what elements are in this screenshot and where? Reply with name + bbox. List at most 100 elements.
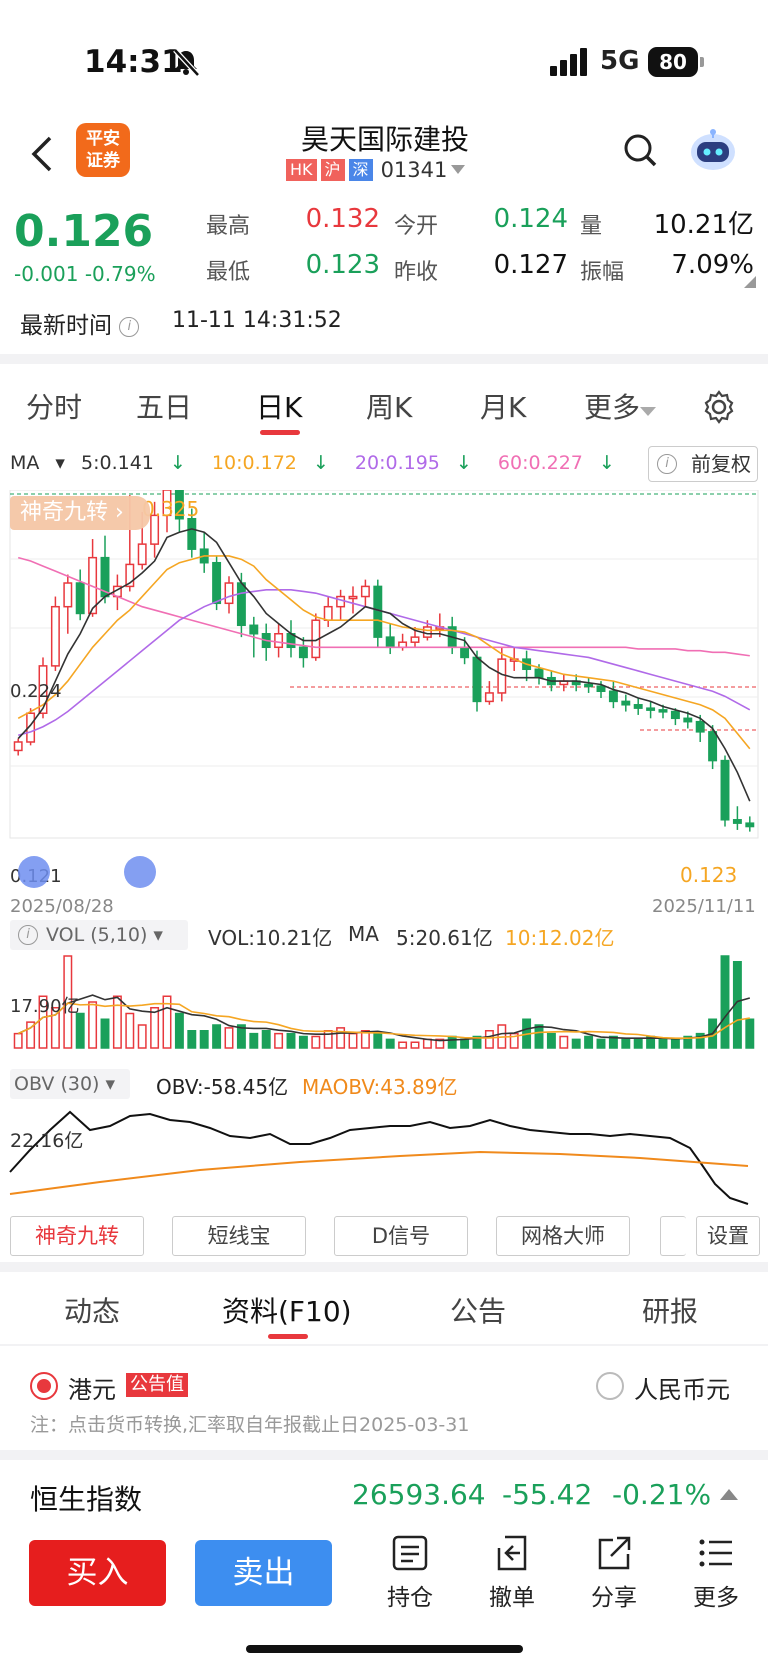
candle-body [484, 692, 494, 703]
holdings-button[interactable]: 持仓 [380, 1534, 440, 1612]
cancel-order-button[interactable]: 撤单 [482, 1534, 542, 1612]
search-icon[interactable] [622, 132, 658, 168]
back-arrow-icon[interactable] [28, 134, 58, 174]
tab-intraday[interactable]: 分时 [26, 386, 82, 426]
volume-bar [174, 1012, 184, 1049]
magic-nine-badge[interactable]: 神奇九转 › [10, 496, 150, 530]
volume-bar [385, 1038, 395, 1049]
candle-body [63, 582, 73, 608]
open-label: 今开 [394, 214, 439, 239]
radio-rmb[interactable] [596, 1372, 624, 1400]
volume-bar [460, 1038, 470, 1049]
candle-body [236, 582, 246, 627]
maobv-line [9, 1150, 749, 1195]
ma10-value: 10:0.172 ↓ [211, 452, 329, 474]
volume-bar [125, 1012, 135, 1049]
candle-body [373, 585, 383, 638]
ma60-value: 60:0.227 ↓ [497, 452, 615, 474]
obv-indicator-selector[interactable]: OBV (30) ▾ [10, 1069, 130, 1099]
kline-tabs: 分时 五日 日K 周K 月K 更多 [0, 368, 768, 438]
tool-d-signal[interactable]: D信号 [334, 1216, 468, 1256]
caret-down-icon[interactable] [451, 165, 466, 175]
stock-code: 01341 [380, 158, 448, 182]
volume-bar [311, 1035, 321, 1049]
expand-left-icon[interactable] [18, 856, 50, 888]
index-ticker[interactable]: 恒生指数 26593.64 -55.42 -0.21% [0, 1460, 768, 1524]
candle-body [670, 710, 680, 720]
info-icon[interactable]: i [119, 316, 140, 337]
volume-bar [100, 1018, 110, 1049]
buy-button[interactable]: 买入 [29, 1540, 166, 1606]
robot-assistant-icon[interactable] [688, 128, 738, 174]
price-high-label: 0.325 [142, 497, 199, 521]
candle-body [596, 685, 606, 692]
expand-corner-icon[interactable] [744, 276, 756, 288]
volume-chart[interactable]: 17.90亿 [0, 948, 768, 1058]
tab-more[interactable]: 更多 [584, 386, 657, 426]
tool-short-line[interactable]: 短线宝 [172, 1216, 306, 1256]
tool-grid-master[interactable]: 网格大师 [496, 1216, 630, 1256]
tab-news[interactable]: 动态 [64, 1290, 120, 1330]
candle-body [472, 656, 482, 703]
ma-legend[interactable]: MA ▾ 5:0.141 ↓ 10:0.172 ↓ 20:0.195 ↓ 60:… [10, 452, 635, 474]
volume-bar [286, 1032, 296, 1049]
obv-chart[interactable]: 22.16亿 [0, 1100, 768, 1210]
adjust-selector[interactable]: i 前复权 [648, 446, 758, 482]
current-price: 0.126 [14, 206, 154, 257]
candle-body [633, 704, 643, 709]
vol-ma-label: MA [348, 922, 379, 946]
candlestick-chart[interactable]: 0.325 0.224 0.121 0.123 [0, 490, 768, 890]
tag-sh: 沪 [320, 159, 345, 181]
hkd-label[interactable]: 港元 [68, 1370, 116, 1405]
volume-bar [745, 1018, 755, 1049]
latest-time: 11-11 14:31:52 [172, 308, 342, 333]
document-icon [392, 1535, 428, 1571]
candle-body [732, 819, 742, 824]
candle-body [336, 595, 346, 608]
tab-five-day[interactable]: 五日 [136, 386, 192, 426]
bell-muted-icon [173, 48, 200, 77]
share-button[interactable]: 分享 [584, 1534, 644, 1612]
nav-header: 平安 证券 昊天国际建投 HK 沪 深 01341 [0, 118, 768, 196]
tool-partial [660, 1216, 686, 1256]
tab-announcements[interactable]: 公告 [450, 1290, 506, 1330]
tab-f10[interactable]: 资料(F10) [222, 1290, 352, 1330]
volume-bar [398, 1041, 408, 1049]
tab-monthly-k[interactable]: 月K [480, 386, 526, 426]
price-change: -0.001 -0.79% [14, 262, 156, 286]
vol-ma5: 5:20.61亿 [396, 926, 493, 950]
amplitude-label: 振幅 [580, 260, 625, 285]
volume-bar [373, 1032, 383, 1049]
volume-bar [484, 1030, 494, 1049]
vol-indicator-selector[interactable]: i VOL (5,10) ▾ [10, 920, 188, 950]
candle-body [212, 561, 222, 605]
tool-settings[interactable]: 设置 [696, 1216, 760, 1256]
home-indicator [246, 1645, 523, 1653]
caret-down-icon [640, 407, 657, 416]
tab-research[interactable]: 研报 [642, 1290, 698, 1330]
info-tabs: 动态 资料(F10) 公告 研报 [0, 1272, 768, 1342]
volume-bar [348, 1032, 358, 1049]
gear-icon[interactable] [702, 390, 736, 424]
amplitude-value: 7.09% [671, 250, 754, 280]
fullscreen-icon[interactable] [124, 856, 156, 888]
candle-body [360, 585, 370, 598]
market-tags[interactable]: HK 沪 深 01341 [286, 158, 466, 182]
stock-detail-page: 14:31 5G 80 平安 证券 昊天国际建投 HK 沪 深 01341 0.1… [0, 0, 768, 1670]
tab-daily-k[interactable]: 日K [256, 386, 302, 426]
caret-up-icon[interactable] [720, 1488, 738, 1500]
tool-magic-nine[interactable]: 神奇九转 [10, 1216, 144, 1256]
candle-body [584, 683, 594, 688]
more-button[interactable]: 更多 [686, 1534, 746, 1612]
radio-hkd[interactable] [30, 1372, 58, 1400]
tab-weekly-k[interactable]: 周K [366, 386, 412, 426]
volume-bar [410, 1041, 420, 1049]
candle-body [695, 720, 705, 733]
candle-body [323, 605, 333, 621]
ma-label: MA ▾ [10, 452, 65, 474]
sell-button[interactable]: 卖出 [195, 1540, 332, 1606]
volume-value: 10.21亿 [653, 210, 754, 240]
rmb-label[interactable]: 人民币元 [634, 1370, 730, 1405]
status-time: 14:31 [84, 44, 183, 80]
info-icon: i [18, 925, 38, 945]
